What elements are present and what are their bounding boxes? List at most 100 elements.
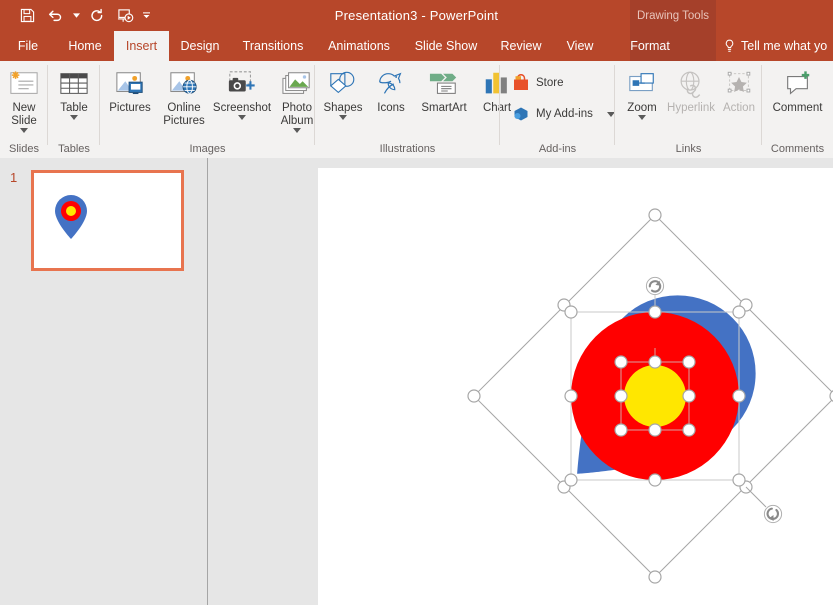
table-label: Table — [60, 102, 88, 114]
slide-thumbnail-1[interactable] — [31, 170, 184, 271]
shapes-dropdown-icon[interactable] — [339, 115, 347, 120]
table-dropdown-icon[interactable] — [70, 115, 78, 120]
tab-home[interactable]: Home — [56, 31, 114, 61]
photo-album-dropdown-icon[interactable] — [293, 128, 301, 133]
tab-slide-show[interactable]: Slide Show — [403, 31, 489, 61]
shapes-label: Shapes — [323, 102, 363, 114]
my-addins-icon — [512, 105, 530, 123]
ribbon-group-illustrations: Shapes Icons SmartArt Chart Illustration… — [315, 61, 511, 157]
action-button: Action — [717, 65, 761, 115]
tab-file[interactable]: File — [0, 31, 56, 61]
slide-editing-pane — [208, 158, 833, 605]
ribbon-group-images: Pictures Online Pictures Screenshot Phot… — [100, 61, 315, 157]
start-from-beginning-icon[interactable] — [112, 4, 138, 28]
store-icon — [512, 74, 530, 92]
online-pictures-label: Online Pictures — [163, 102, 205, 127]
tell-me-label: Tell me what yo — [741, 39, 828, 53]
online-pictures-button[interactable]: Online Pictures — [156, 65, 212, 128]
undo-dropdown-icon[interactable] — [70, 4, 82, 28]
tab-review[interactable]: Review — [489, 31, 553, 61]
ribbon-tab-strip: File Home Insert Design Transitions Anim… — [0, 31, 833, 61]
contextual-tools-label: Drawing Tools — [630, 0, 716, 31]
icons-label: Icons — [377, 102, 405, 114]
table-icon — [57, 65, 91, 99]
undo-icon[interactable] — [42, 4, 68, 28]
slide-thumbnail-pane[interactable]: 1 — [0, 158, 208, 605]
quick-access-toolbar — [0, 0, 152, 31]
tab-transitions[interactable]: Transitions — [231, 31, 315, 61]
slide-number: 1 — [10, 170, 18, 185]
pictures-label: Pictures — [109, 102, 151, 114]
workspace: 1 — [0, 158, 833, 605]
smartart-button[interactable]: SmartArt — [413, 65, 475, 115]
group-label-images: Images — [189, 143, 226, 155]
icons-icon — [374, 65, 408, 99]
new-slide-button[interactable]: New Slide — [0, 65, 48, 133]
new-slide-label: New Slide — [11, 102, 37, 127]
lightbulb-icon — [724, 39, 735, 53]
redo-icon[interactable] — [84, 4, 110, 28]
title-bar: Presentation3 - PowerPoint Drawing Tools — [0, 0, 833, 31]
action-label: Action — [723, 102, 755, 114]
tab-animations[interactable]: Animations — [315, 31, 403, 61]
slide-canvas[interactable] — [318, 168, 833, 605]
shapes-button[interactable]: Shapes — [317, 65, 369, 120]
group-label-addins: Add-ins — [538, 143, 577, 155]
comment-button[interactable]: Comment — [762, 65, 833, 115]
my-addins-label: My Add-ins — [536, 108, 593, 120]
ribbon-group-comments: Comment Comments — [762, 61, 833, 157]
zoom-button[interactable]: Zoom — [619, 65, 665, 120]
tab-format[interactable]: Format — [607, 31, 693, 61]
group-label-comments: Comments — [770, 143, 825, 155]
tab-insert[interactable]: Insert — [114, 31, 169, 61]
hyperlink-button: Hyperlink — [665, 65, 717, 115]
ribbon-tabs: File Home Insert Design Transitions Anim… — [0, 31, 693, 61]
group-label-tables: Tables — [58, 143, 90, 155]
screenshot-label: Screenshot — [212, 102, 272, 114]
group-label-illustrations: Illustrations — [379, 143, 436, 155]
action-icon — [722, 65, 756, 99]
photo-album-label: Photo Album — [280, 102, 314, 127]
zoom-label: Zoom — [627, 102, 657, 114]
comment-icon — [781, 65, 815, 99]
customize-quick-access-toolbar-icon[interactable] — [140, 4, 152, 28]
ribbon: New Slide Slides Table Tables Pictures O… — [0, 61, 833, 159]
screenshot-button[interactable]: Screenshot — [212, 65, 272, 120]
tell-me-search[interactable]: Tell me what yo — [724, 31, 827, 61]
slide-shapes-stage — [318, 168, 833, 605]
new-slide-dropdown-icon[interactable] — [20, 128, 28, 133]
save-icon[interactable] — [14, 4, 40, 28]
smartart-label: SmartArt — [421, 102, 467, 114]
store-button[interactable]: Store — [512, 74, 564, 92]
hyperlink-label: Hyperlink — [667, 102, 715, 114]
powerpoint-window: Presentation3 - PowerPoint Drawing Tools… — [0, 0, 833, 605]
pictures-button[interactable]: Pictures — [102, 65, 158, 115]
smartart-icon — [427, 65, 461, 99]
store-label: Store — [536, 77, 564, 89]
comment-label: Comment — [772, 102, 823, 114]
ribbon-group-links: Zoom Hyperlink Action Links — [615, 61, 762, 157]
ribbon-group-slides: New Slide Slides — [0, 61, 48, 157]
ribbon-group-tables: Table Tables — [48, 61, 100, 157]
tab-design[interactable]: Design — [169, 31, 231, 61]
my-addins-button[interactable]: My Add-ins — [512, 105, 615, 123]
shapes-icon — [326, 65, 360, 99]
yellow-circle-shape[interactable] — [624, 365, 686, 427]
tab-view[interactable]: View — [553, 31, 607, 61]
thumbnail-map-pin-shape — [51, 193, 91, 246]
zoom-dropdown-icon[interactable] — [638, 115, 646, 120]
icons-button[interactable]: Icons — [369, 65, 413, 115]
group-label-slides: Slides — [9, 143, 39, 155]
table-button[interactable]: Table — [48, 65, 100, 120]
pictures-icon — [113, 65, 147, 99]
screenshot-dropdown-icon[interactable] — [238, 115, 246, 120]
red-circle-rotation-handle[interactable] — [645, 276, 665, 296]
screenshot-icon — [225, 65, 259, 99]
online-pictures-icon — [167, 65, 201, 99]
zoom-icon — [625, 65, 659, 99]
new-slide-icon — [7, 65, 41, 99]
group-label-links: Links — [675, 143, 702, 155]
ribbon-group-addins: Store My Add-ins Add-ins — [500, 61, 615, 157]
hyperlink-icon — [674, 65, 708, 99]
photo-album-icon — [280, 65, 314, 99]
